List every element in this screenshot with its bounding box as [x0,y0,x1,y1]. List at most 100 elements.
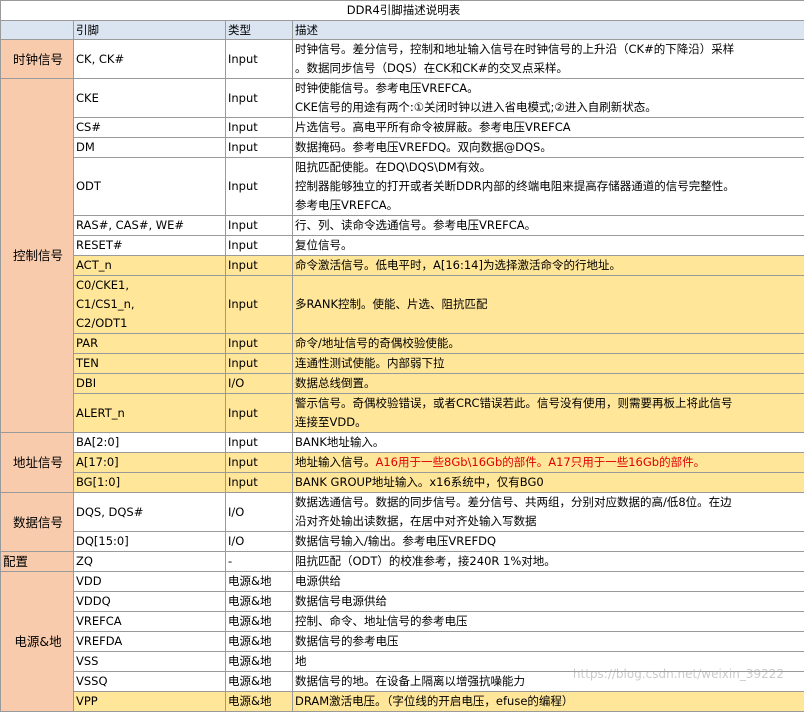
pin-cell: VREFCA [74,612,226,632]
type-cell: 电源&地 [226,592,293,612]
desc-cell: DRAM激活电压。（字位线的开启电压，efuse的编程） [293,692,804,712]
type-cell: Input [226,453,293,473]
pin-cell: PAR [74,334,226,354]
type-cell: Input [226,40,293,79]
type-cell: Input [226,334,293,354]
table-row: VSS 电源&地 地 [1,652,804,672]
type-cell: 电源&地 [226,632,293,652]
desc-cell: BANK GROUP地址输入。x16系统中，仅有BG0 [293,473,804,493]
desc-cell: 命令/地址信号的奇偶校验使能。 [293,334,804,354]
desc-cell: 数据选通信号。数据的同步信号。差分信号、共两组，分别对应数据的高/低8位。在边沿… [293,493,804,532]
table-row: 控制信号 CKE Input 时钟使能信号。参考电压VREFCA。CKE信号的用… [1,79,804,118]
table-row: 电源&地 VDD 电源&地 电源供给 [1,572,804,592]
pin-cell: DBI [74,374,226,394]
desc-cell: 命令激活信号。低电平时，A[16:14]为选择激活命令的行地址。 [293,256,804,276]
desc-cell: BANK地址输入。 [293,433,804,453]
table-row: DBI I/O 数据总线倒置。 [1,374,804,394]
pin-cell: TEN [74,354,226,374]
desc-cell: 多RANK控制。使能、片选、阻抗匹配 [293,276,804,334]
desc-cell: 阻抗匹配（ODT）的校准参考，接240R 1%对地。 [293,552,804,572]
pin-cell: RAS#, CAS#, WE# [74,216,226,236]
desc-cell: 地址输入信号。A16用于一些8Gb\16Gb的部件。A17只用于一些16Gb的部… [293,453,804,473]
desc-cell: 数据信号电源供给 [293,592,804,612]
desc-cell: 数据信号输入/输出。参考电压VREFDQ [293,532,804,552]
desc-cell: 行、列、读命令选通信号。参考电压VREFCA。 [293,216,804,236]
header-row: 引脚 类型 描述 [1,21,804,40]
pin-cell: BA[2:0] [74,433,226,453]
pin-cell: DQS, DQS# [74,493,226,532]
type-cell: Input [226,79,293,118]
desc-cell: 数据总线倒置。 [293,374,804,394]
table-row: ODT Input 阻抗匹配使能。在DQ\DQS\DM有效。控制器能够独立的打开… [1,158,804,216]
pin-cell: CKE [74,79,226,118]
pin-cell: ACT_n [74,256,226,276]
table-row: BG[1:0] Input BANK GROUP地址输入。x16系统中，仅有BG… [1,473,804,493]
type-cell: 电源&地 [226,652,293,672]
group-control: 控制信号 [1,79,74,433]
desc-cell: 电源供给 [293,572,804,592]
pin-cell: VSS [74,652,226,672]
pin-cell: A[17:0] [74,453,226,473]
group-power: 电源&地 [1,572,74,712]
type-cell: 电源&地 [226,612,293,632]
pin-cell: VPP [74,692,226,712]
table-row: RAS#, CAS#, WE# Input 行、列、读命令选通信号。参考电压VR… [1,216,804,236]
header-type: 类型 [226,21,293,40]
desc-cell: 连通性测试使能。内部弱下拉 [293,354,804,374]
desc-cell: 片选信号。高电平所有命令被屏蔽。参考电压VREFCA [293,118,804,138]
desc-cell: 控制、命令、地址信号的参考电压 [293,612,804,632]
pin-cell: ZQ [74,552,226,572]
table-row: C0/CKE1,C1/CS1_n,C2/ODT1 Input 多RANK控制。使… [1,276,804,334]
table-title: DDR4引脚描述说明表 [1,1,804,21]
type-cell: I/O [226,532,293,552]
table-row: 数据信号 DQS, DQS# I/O 数据选通信号。数据的同步信号。差分信号、共… [1,493,804,532]
group-data: 数据信号 [1,493,74,552]
type-cell: I/O [226,493,293,532]
pin-cell: CS# [74,118,226,138]
desc-cell: 时钟信号。差分信号，控制和地址输入信号在时钟信号的上升沿（CK#的下降沿）采样。… [293,40,804,79]
table-row: VREFDA 电源&地 数据信号的参考电压 [1,632,804,652]
pin-cell: DM [74,138,226,158]
type-cell: Input [226,354,293,374]
pin-cell: ODT [74,158,226,216]
type-cell: - [226,552,293,572]
table-row: VDDQ 电源&地 数据信号电源供给 [1,592,804,612]
desc-cell: 复位信号。 [293,236,804,256]
pin-cell: RESET# [74,236,226,256]
header-pin: 引脚 [74,21,226,40]
type-cell: Input [226,473,293,493]
pin-cell: BG[1:0] [74,473,226,493]
type-cell: Input [226,158,293,216]
type-cell: 电源&地 [226,672,293,692]
desc-highlight: A16用于一些8Gb\16Gb的部件。A17只用于一些16Gb的部件。 [376,455,706,469]
type-cell: 电源&地 [226,572,293,592]
type-cell: Input [226,216,293,236]
table-row: PAR Input 命令/地址信号的奇偶校验使能。 [1,334,804,354]
table-row: DQ[15:0] I/O 数据信号输入/输出。参考电压VREFDQ [1,532,804,552]
table-row: VPP 电源&地 DRAM激活电压。（字位线的开启电压，efuse的编程） [1,692,804,712]
pin-cell: DQ[15:0] [74,532,226,552]
pin-cell: VDDQ [74,592,226,612]
table-row: ALERT_n Input 警示信号。奇偶校验错误，或者CRC错误若此。信号没有… [1,394,804,433]
table-row: VREFCA 电源&地 控制、命令、地址信号的参考电压 [1,612,804,632]
type-cell: 电源&地 [226,692,293,712]
type-cell: Input [226,118,293,138]
pin-cell: VDD [74,572,226,592]
table-row: VSSQ 电源&地 数据信号的地。在设备上隔离以增强抗噪能力 [1,672,804,692]
desc-cell: 地 [293,652,804,672]
type-cell: I/O [226,374,293,394]
table-row: 时钟信号 CK, CK# Input 时钟信号。差分信号，控制和地址输入信号在时… [1,40,804,79]
header-desc: 描述 [293,21,804,40]
table-row: TEN Input 连通性测试使能。内部弱下拉 [1,354,804,374]
pin-cell: VSSQ [74,672,226,692]
table-row: RESET# Input 复位信号。 [1,236,804,256]
table-row: 地址信号 BA[2:0] Input BANK地址输入。 [1,433,804,453]
desc-cell: 警示信号。奇偶校验错误，或者CRC错误若此。信号没有使用，则需要再板上将此信号连… [293,394,804,433]
group-address: 地址信号 [1,433,74,493]
type-cell: Input [226,236,293,256]
pin-cell: ALERT_n [74,394,226,433]
type-cell: Input [226,433,293,453]
type-cell: Input [226,394,293,433]
pin-cell: C0/CKE1,C1/CS1_n,C2/ODT1 [74,276,226,334]
table-row: 配置 ZQ - 阻抗匹配（ODT）的校准参考，接240R 1%对地。 [1,552,804,572]
